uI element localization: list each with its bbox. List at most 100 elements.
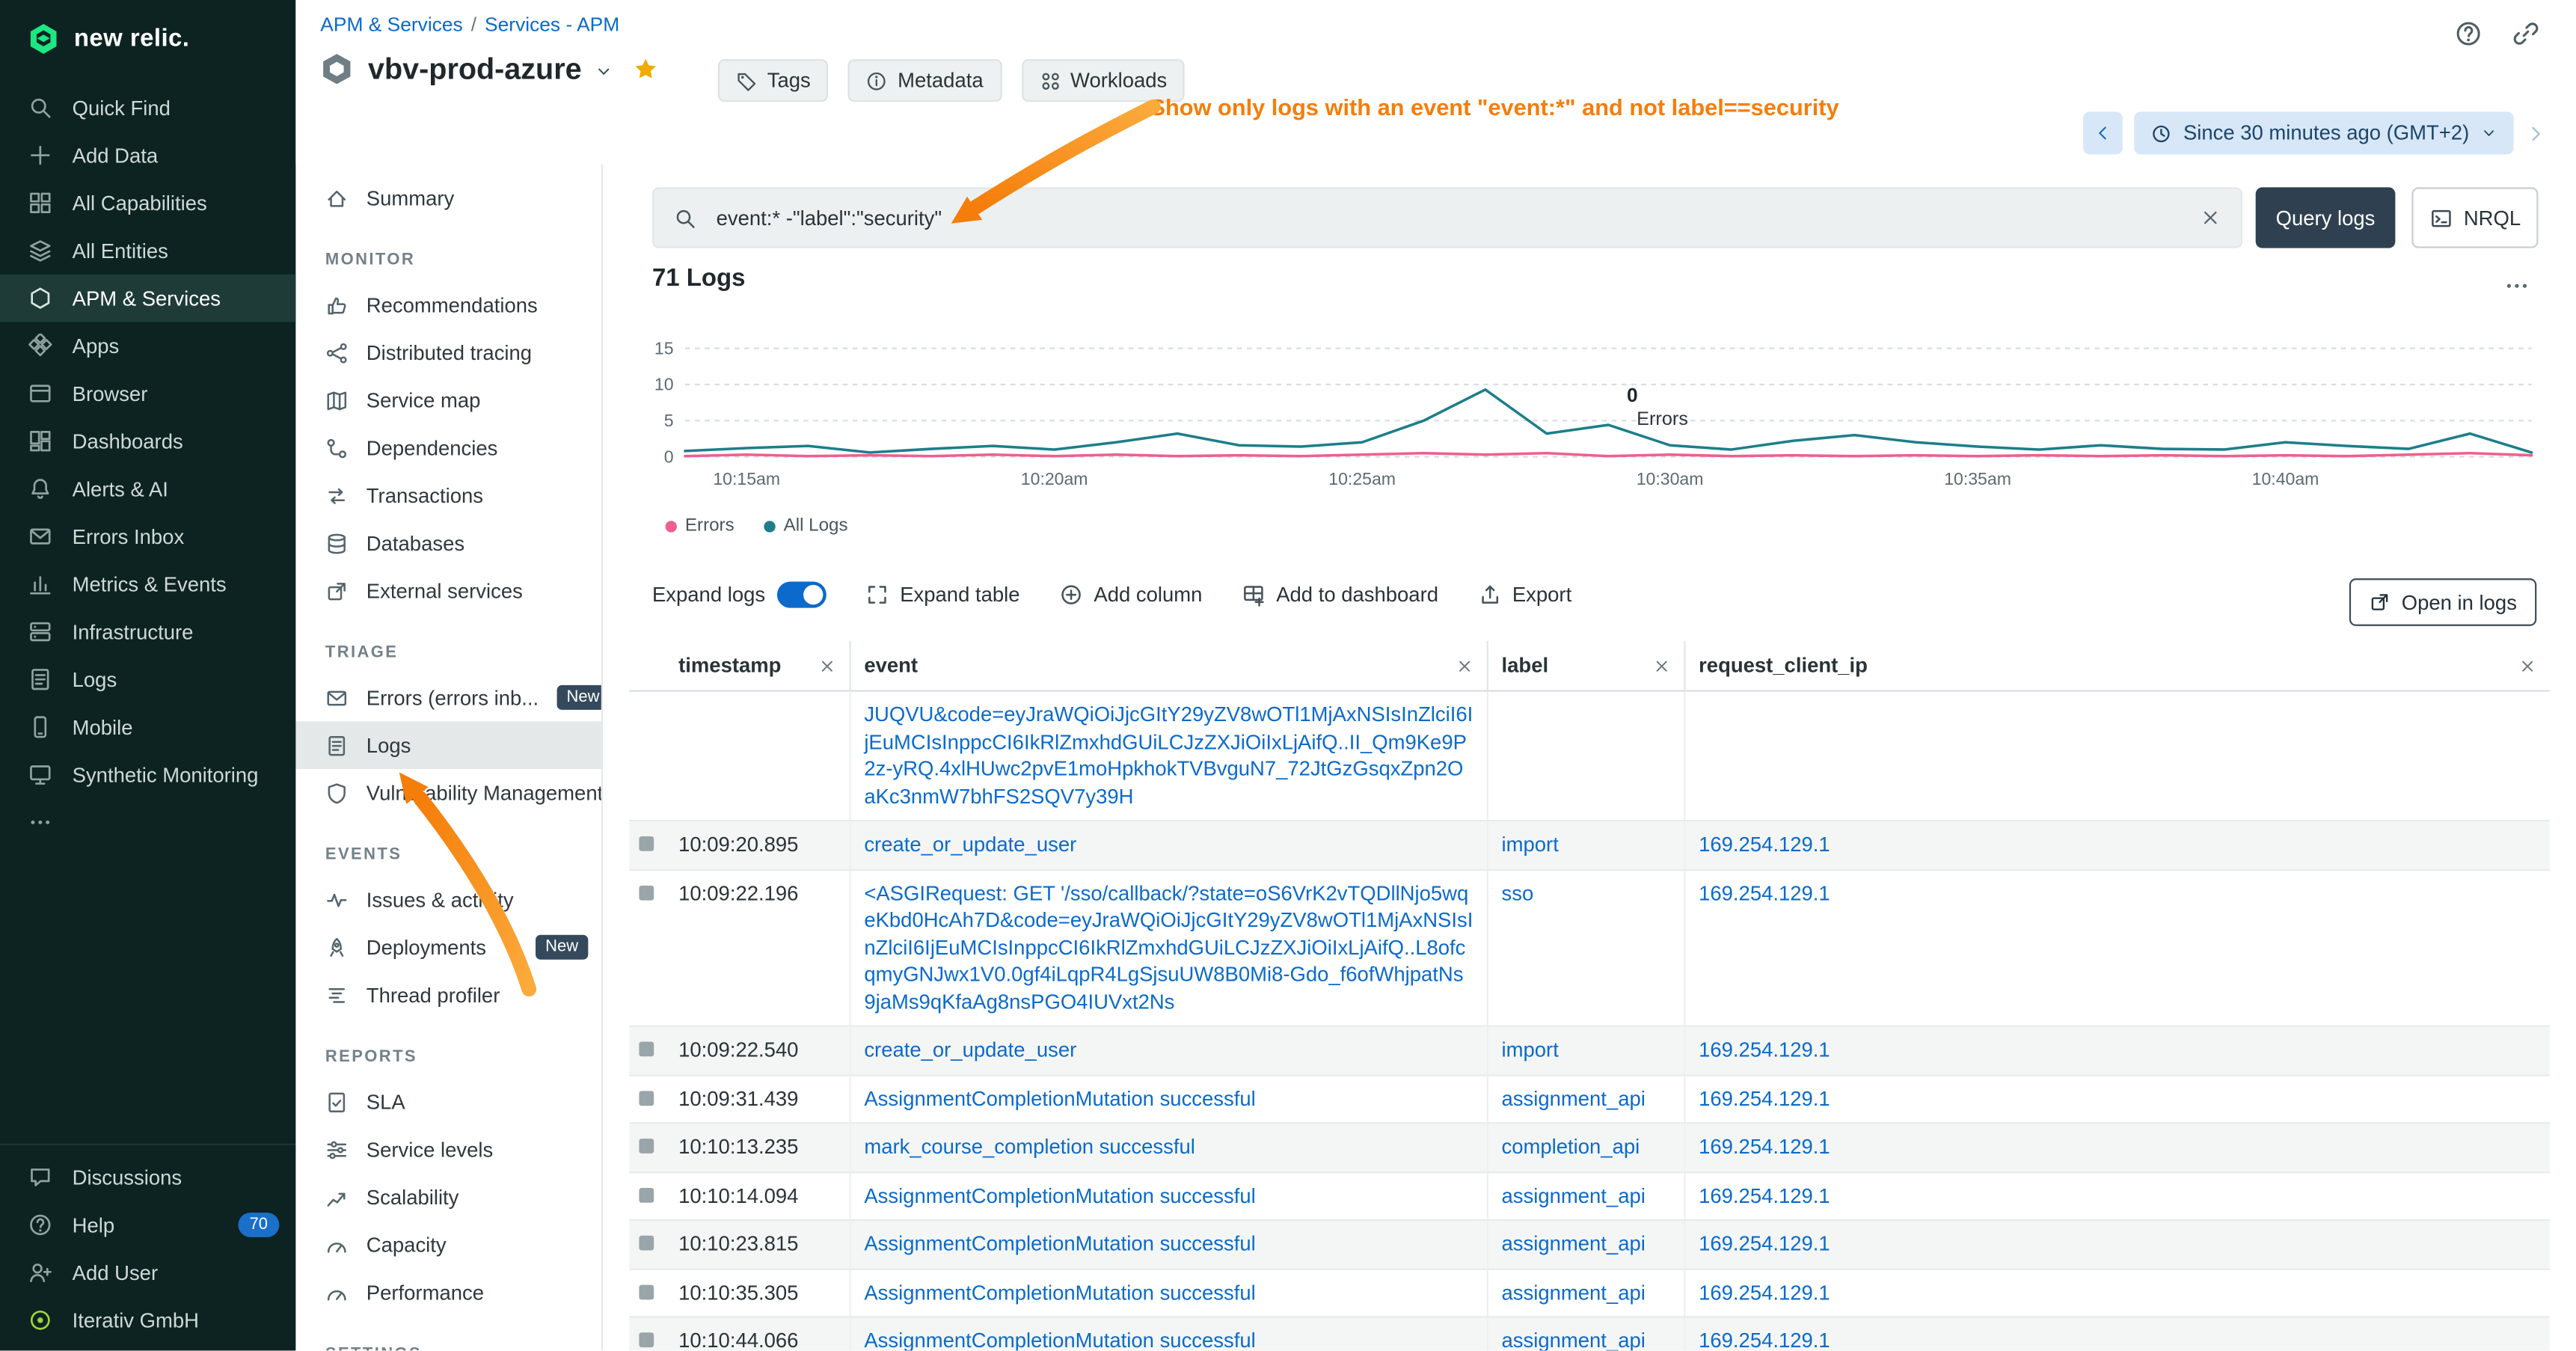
nav-item-add-data[interactable]: Add Data	[0, 132, 295, 180]
legend-item-all-logs[interactable]: All Logs	[764, 516, 847, 536]
nav-item-synthetic-monitoring[interactable]: Synthetic Monitoring	[0, 751, 295, 799]
nav-item-alerts-ai[interactable]: Alerts & AI	[0, 465, 295, 513]
sidebar-item-logs[interactable]: Logs	[295, 721, 601, 769]
ip-link[interactable]: 169.254.129.1	[1699, 831, 1830, 858]
event-link[interactable]: create_or_update_user	[864, 1037, 1076, 1064]
add-column-button[interactable]: Add column	[1059, 583, 1202, 607]
nrql-button[interactable]: NRQL	[2411, 187, 2538, 248]
remove-column-label-icon[interactable]	[1653, 656, 1671, 674]
label-link[interactable]: assignment_api	[1502, 1182, 1646, 1209]
favorite-star-icon[interactable]	[633, 56, 659, 82]
nav-item-apm-services[interactable]: APM & Services	[0, 275, 295, 322]
time-range-back-button[interactable]	[2083, 111, 2123, 154]
label-link[interactable]: assignment_api	[1502, 1231, 1646, 1257]
entity-switcher-chevron-icon[interactable]	[595, 62, 613, 80]
nav-item-help[interactable]: Help70	[0, 1201, 295, 1249]
copy-link-icon[interactable]	[2512, 19, 2539, 47]
row-checkbox[interactable]	[639, 836, 654, 851]
sidebar-item-service-levels[interactable]: Service levels	[295, 1126, 601, 1174]
tags-button[interactable]: Tags	[718, 59, 829, 102]
sidebar-item-sla[interactable]: SLA	[295, 1078, 601, 1126]
nav-item-metrics-events[interactable]: Metrics & Events	[0, 560, 295, 608]
nav-item-all-capabilities[interactable]: All Capabilities	[0, 179, 295, 227]
row-checkbox[interactable]	[639, 885, 654, 900]
sidebar-item-errors-errors-inb[interactable]: Errors (errors inb...New	[295, 674, 601, 722]
event-link[interactable]: AssignmentCompletionMutation successful	[864, 1085, 1255, 1112]
sidebar-item-scalability[interactable]: Scalability	[295, 1173, 601, 1221]
nav-item-errors-inbox[interactable]: Errors Inbox	[0, 512, 295, 560]
sidebar-item-service-map[interactable]: Service map	[295, 376, 601, 424]
sidebar-item-vulnerability-management[interactable]: Vulnerability Management	[295, 769, 601, 817]
new-relic-logo[interactable]: new relic.	[0, 0, 295, 70]
breadcrumb-services-apm[interactable]: Services - APM	[485, 13, 619, 37]
export-button[interactable]: Export	[1478, 583, 1572, 607]
event-link[interactable]: <ASGIRequest: GET '/sso/callback/?state=…	[864, 880, 1473, 1015]
event-link[interactable]: AssignmentCompletionMutation successful	[864, 1279, 1255, 1306]
nav-item-add-user[interactable]: Add User	[0, 1249, 295, 1296]
ip-link[interactable]: 169.254.129.1	[1699, 1231, 1830, 1257]
sidebar-item-summary[interactable]: Summary	[295, 174, 601, 222]
nav-item-logs[interactable]: Logs	[0, 655, 295, 703]
label-link[interactable]: assignment_api	[1502, 1279, 1646, 1306]
sidebar-item-transactions[interactable]: Transactions	[295, 471, 601, 519]
label-link[interactable]: assignment_api	[1502, 1085, 1646, 1112]
nav-item-discussions[interactable]: Discussions	[0, 1154, 295, 1201]
event-link[interactable]: create_or_update_user	[864, 831, 1076, 858]
help-circle-icon[interactable]	[2454, 19, 2482, 47]
time-picker[interactable]: Since 30 minutes ago (GMT+2)	[2134, 111, 2513, 154]
event-link[interactable]: AssignmentCompletionMutation successful	[864, 1328, 1255, 1351]
nav-item-apps[interactable]: Apps	[0, 322, 295, 370]
remove-column-timestamp-icon[interactable]	[818, 656, 836, 674]
expand-table-button[interactable]: Expand table	[865, 583, 1019, 607]
label-link[interactable]: import	[1502, 831, 1559, 858]
nav-item-iterativ-gmbh[interactable]: Iterativ GmbH	[0, 1296, 295, 1344]
label-link[interactable]: assignment_api	[1502, 1328, 1646, 1351]
ip-link[interactable]: 169.254.129.1	[1699, 1134, 1830, 1161]
label-link[interactable]: completion_api	[1502, 1134, 1640, 1161]
event-link[interactable]: AssignmentCompletionMutation successful	[864, 1231, 1255, 1257]
ip-link[interactable]: 169.254.129.1	[1699, 880, 1830, 907]
sidebar-item-external-services[interactable]: External services	[295, 567, 601, 615]
legend-item-errors[interactable]: Errors	[666, 516, 735, 536]
nav-item-dashboards[interactable]: Dashboards	[0, 417, 295, 465]
expand-logs-toggle[interactable]	[776, 582, 826, 608]
ip-link[interactable]: 169.254.129.1	[1699, 1279, 1830, 1306]
nav-item-more[interactable]	[0, 798, 295, 846]
sidebar-item-issues-activity[interactable]: Issues & activity	[295, 876, 601, 924]
row-checkbox[interactable]	[639, 1139, 654, 1154]
remove-column-request_client_ip-icon[interactable]	[2518, 656, 2536, 674]
remove-column-event-icon[interactable]	[1456, 656, 1473, 674]
sidebar-item-performance[interactable]: Performance	[295, 1269, 601, 1317]
row-checkbox[interactable]	[639, 1090, 654, 1105]
row-checkbox[interactable]	[639, 1042, 654, 1057]
row-checkbox[interactable]	[639, 1284, 654, 1299]
add-to-dashboard-button[interactable]: Add to dashboard	[1242, 583, 1438, 607]
time-range-forward-icon[interactable]	[2525, 123, 2547, 144]
sidebar-item-thread-profiler[interactable]: Thread profiler	[295, 971, 601, 1019]
nav-item-all-entities[interactable]: All Entities	[0, 227, 295, 275]
ip-link[interactable]: 169.254.129.1	[1699, 1182, 1830, 1209]
sidebar-item-recommendations[interactable]: Recommendations	[295, 281, 601, 329]
label-link[interactable]: import	[1502, 1037, 1559, 1064]
breadcrumb-apm-services[interactable]: APM & Services	[320, 13, 462, 37]
row-checkbox[interactable]	[639, 1332, 654, 1347]
sidebar-item-dependencies[interactable]: Dependencies	[295, 424, 601, 472]
chart-more-menu-icon[interactable]	[2503, 273, 2530, 299]
row-checkbox[interactable]	[639, 1236, 654, 1251]
clear-query-icon[interactable]	[2200, 207, 2221, 229]
nav-item-mobile[interactable]: Mobile	[0, 703, 295, 751]
row-checkbox[interactable]	[639, 1187, 654, 1202]
metadata-button[interactable]: Metadata	[848, 59, 1002, 102]
sidebar-item-deployments[interactable]: DeploymentsNew	[295, 923, 601, 971]
ip-link[interactable]: 169.254.129.1	[1699, 1085, 1830, 1112]
sidebar-item-databases[interactable]: Databases	[295, 519, 601, 567]
nav-item-infrastructure[interactable]: Infrastructure	[0, 608, 295, 656]
sidebar-item-capacity[interactable]: Capacity	[295, 1221, 601, 1269]
event-link[interactable]: JUQVU&code=eyJraWQiOiJjcGItY29yZV8wOTl1M…	[864, 702, 1473, 810]
log-query-input[interactable]	[713, 204, 2183, 230]
event-link[interactable]: AssignmentCompletionMutation successful	[864, 1182, 1255, 1209]
nav-item-browser[interactable]: Browser	[0, 370, 295, 417]
event-link[interactable]: mark_course_completion successful	[864, 1134, 1195, 1161]
nav-item-quick-find[interactable]: Quick Find	[0, 84, 295, 132]
label-link[interactable]: sso	[1502, 880, 1534, 907]
